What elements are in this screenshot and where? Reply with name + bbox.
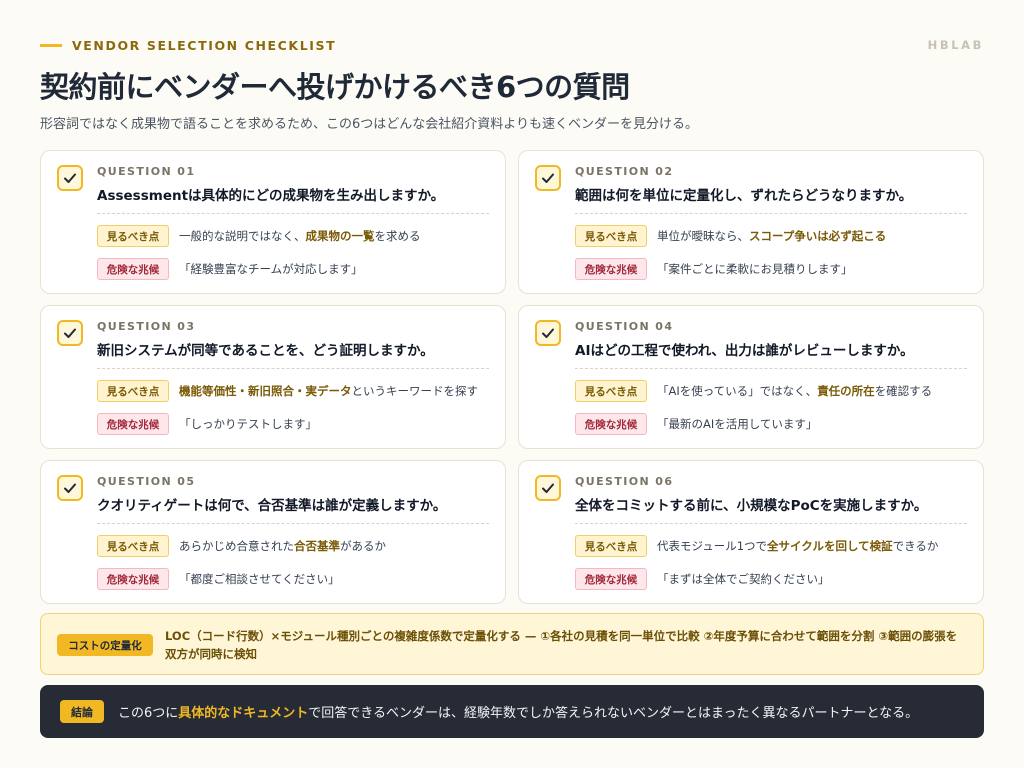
warn-row: 危険な兆候 「案件ごとに柔軟にお見積りします」: [575, 258, 971, 280]
look-text: 代表モジュール1つで全サイクルを回して検証できるか: [657, 539, 939, 553]
check-icon: [57, 320, 83, 346]
conclusion-highlight: 具体的なドキュメント: [178, 706, 309, 721]
look-tag: 見るべき点: [97, 380, 169, 402]
look-row: 見るべき点 あらかじめ合意された合否基準があるか: [97, 535, 493, 557]
eyebrow: VENDOR SELECTION CHECKLIST: [40, 38, 336, 53]
look-highlight: 機能等価性・新旧照合・実データ: [179, 384, 352, 398]
page-title: 契約前にベンダーへ投げかけるべき6つの質問: [40, 70, 630, 104]
divider: [97, 368, 489, 369]
look-tag: 見るべき点: [575, 535, 647, 557]
warn-text: 「まずは全体でご契約ください」: [657, 572, 830, 586]
warn-text: 「しっかりテストします」: [179, 417, 317, 431]
check-icon: [535, 165, 561, 191]
warn-tag: 危険な兆候: [97, 413, 169, 435]
warn-row: 危険な兆候 「まずは全体でご契約ください」: [575, 568, 971, 590]
check-icon: [57, 165, 83, 191]
look-highlight: 全サイクルを回して検証: [767, 539, 893, 553]
conclusion-tag: 結論: [60, 700, 104, 723]
look-text: 「AIを使っている」ではなく、責任の所在を確認する: [657, 384, 933, 398]
conclusion-bar: 結論 この6つに具体的なドキュメントで回答できるベンダーは、経験年数でしか答えら…: [40, 685, 984, 738]
look-text: あらかじめ合意された合否基準があるか: [179, 539, 386, 553]
eyebrow-accent-line: [40, 44, 62, 47]
question-text: クオリティゲートは何で、合否基準は誰が定義しますか。: [97, 498, 447, 514]
divider: [97, 523, 489, 524]
warn-row: 危険な兆候 「しっかりテストします」: [97, 413, 493, 435]
warn-tag: 危険な兆候: [97, 258, 169, 280]
look-row: 見るべき点 単位が曖昧なら、スコープ争いは必ず起こる: [575, 225, 971, 247]
question-text: Assessmentは具体的にどの成果物を生み出しますか。: [97, 188, 445, 204]
question-number: QUESTION 04: [575, 320, 674, 333]
look-highlight: 責任の所在: [817, 384, 875, 398]
question-card-5: QUESTION 05 クオリティゲートは何で、合否基準は誰が定義しますか。 見…: [40, 460, 506, 604]
look-tag: 見るべき点: [575, 225, 647, 247]
look-row: 見るべき点 一般的な説明ではなく、成果物の一覧を求める: [97, 225, 493, 247]
divider: [97, 213, 489, 214]
look-row: 見るべき点 代表モジュール1つで全サイクルを回して検証できるか: [575, 535, 971, 557]
warn-row: 危険な兆候 「都度ご相談させてください」: [97, 568, 493, 590]
question-number: QUESTION 02: [575, 165, 674, 178]
warn-text: 「都度ご相談させてください」: [179, 572, 340, 586]
question-card-2: QUESTION 02 範囲は何を単位に定量化し、ずれたらどうなりますか。 見る…: [518, 150, 984, 294]
warn-tag: 危険な兆候: [97, 568, 169, 590]
question-card-3: QUESTION 03 新旧システムが同等であることを、どう証明しますか。 見る…: [40, 305, 506, 449]
question-text: 全体をコミットする前に、小規模なPoCを実施しますか。: [575, 498, 928, 514]
warn-text: 「案件ごとに柔軟にお見積りします」: [657, 262, 853, 276]
divider: [575, 523, 967, 524]
look-tag: 見るべき点: [97, 225, 169, 247]
look-tag: 見るべき点: [97, 535, 169, 557]
look-tag: 見るべき点: [575, 380, 647, 402]
question-number: QUESTION 06: [575, 475, 674, 488]
question-number: QUESTION 05: [97, 475, 196, 488]
brand-logo: HBLAB: [927, 38, 984, 52]
look-text: 一般的な説明ではなく、成果物の一覧を求める: [179, 229, 421, 243]
look-row: 見るべき点 「AIを使っている」ではなく、責任の所在を確認する: [575, 380, 971, 402]
divider: [575, 213, 967, 214]
divider: [575, 368, 967, 369]
question-card-4: QUESTION 04 AIはどの工程で使われ、出力は誰がレビューしますか。 見…: [518, 305, 984, 449]
question-number: QUESTION 01: [97, 165, 196, 178]
look-text: 単位が曖昧なら、スコープ争いは必ず起こる: [657, 229, 887, 243]
warn-row: 危険な兆候 「最新のAIを活用しています」: [575, 413, 971, 435]
warn-tag: 危険な兆候: [575, 413, 647, 435]
look-row: 見るべき点 機能等価性・新旧照合・実データというキーワードを探す: [97, 380, 493, 402]
look-text: 機能等価性・新旧照合・実データというキーワードを探す: [179, 384, 478, 398]
warn-text: 「経験豊富なチームが対応します」: [179, 262, 363, 276]
conclusion-text: この6つに具体的なドキュメントで回答できるベンダーは、経験年数でしか答えられない…: [118, 706, 919, 721]
cost-callout: コストの定量化 LOC（コード行数）×モジュール種別ごとの複雑度係数で定量化する…: [40, 613, 984, 675]
look-highlight: 成果物の一覧: [305, 229, 375, 243]
warn-text: 「最新のAIを活用しています」: [657, 417, 818, 431]
cost-text: LOC（コード行数）×モジュール種別ごとの複雑度係数で定量化する — ①各社の見…: [165, 629, 958, 661]
check-icon: [535, 475, 561, 501]
question-text: 範囲は何を単位に定量化し、ずれたらどうなりますか。: [575, 188, 913, 204]
question-card-6: QUESTION 06 全体をコミットする前に、小規模なPoCを実施しますか。 …: [518, 460, 984, 604]
look-highlight: スコープ争いは必ず起こる: [749, 229, 887, 243]
look-highlight: 合否基準: [294, 539, 340, 553]
warn-row: 危険な兆候 「経験豊富なチームが対応します」: [97, 258, 493, 280]
page-subtitle: 形容詞ではなく成果物で語ることを求めるため、この6つはどんな会社紹介資料よりも速…: [40, 117, 699, 132]
question-card-1: QUESTION 01 Assessmentは具体的にどの成果物を生み出しますか…: [40, 150, 506, 294]
question-text: AIはどの工程で使われ、出力は誰がレビューしますか。: [575, 343, 914, 359]
cost-tag: コストの定量化: [57, 634, 153, 656]
warn-tag: 危険な兆候: [575, 258, 647, 280]
question-text: 新旧システムが同等であることを、どう証明しますか。: [97, 343, 434, 359]
eyebrow-text: VENDOR SELECTION CHECKLIST: [72, 38, 337, 53]
question-grid: QUESTION 01 Assessmentは具体的にどの成果物を生み出しますか…: [40, 150, 984, 604]
warn-tag: 危険な兆候: [575, 568, 647, 590]
check-icon: [535, 320, 561, 346]
check-icon: [57, 475, 83, 501]
question-number: QUESTION 03: [97, 320, 196, 333]
